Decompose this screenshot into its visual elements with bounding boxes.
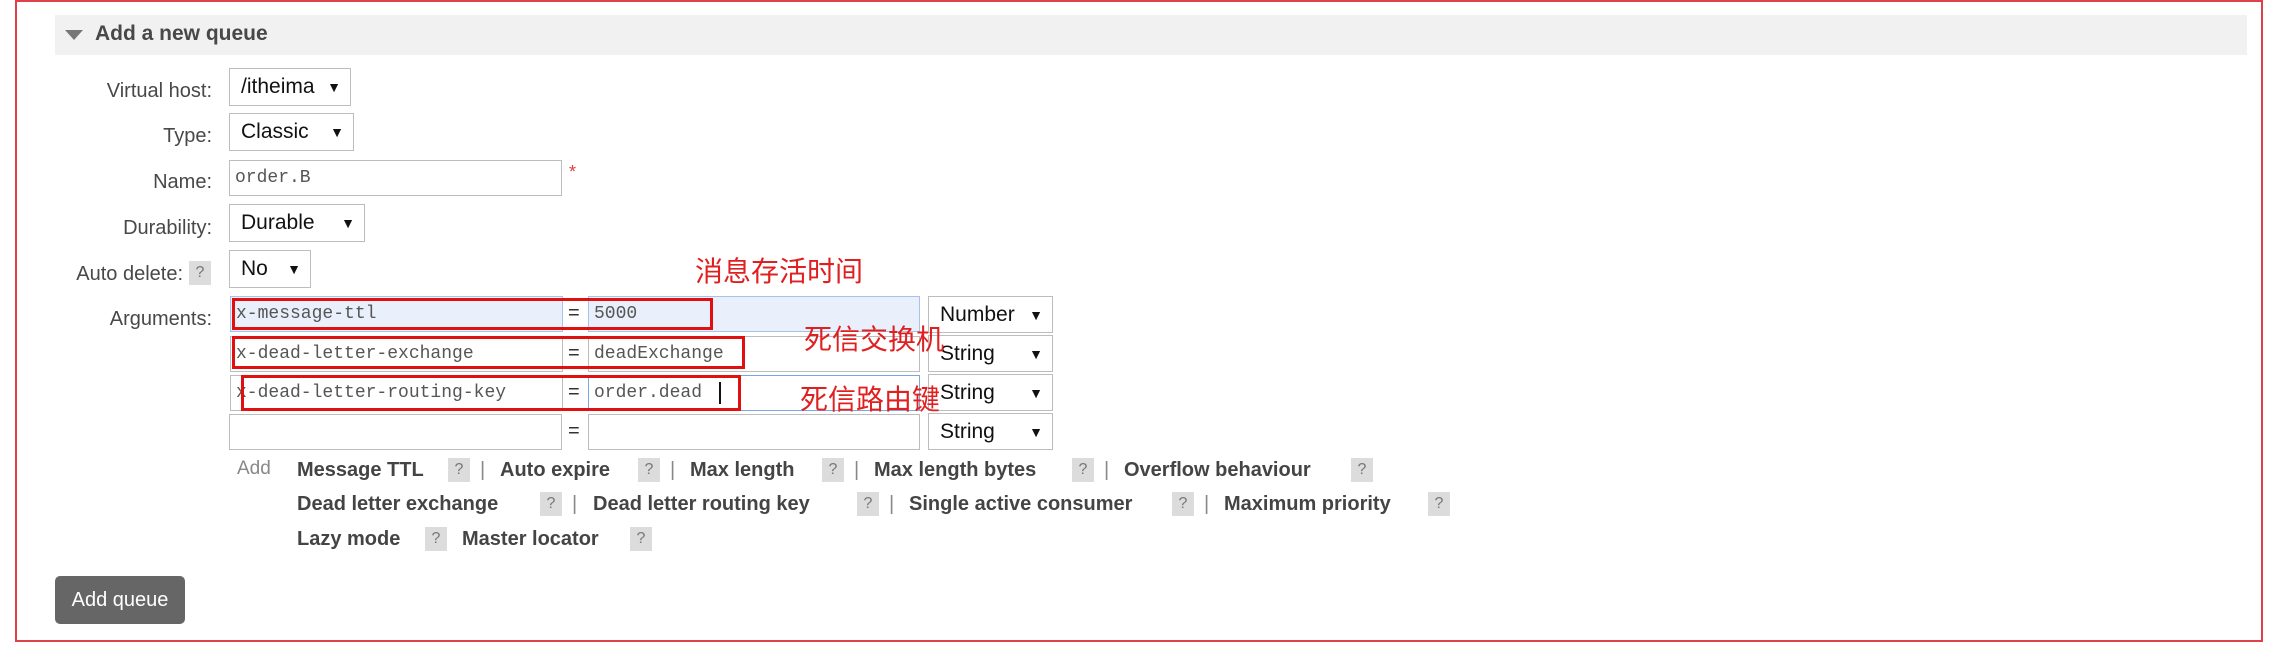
help-icon[interactable]: ? (822, 458, 844, 482)
hint-single-active-consumer[interactable]: Single active consumer (909, 493, 1132, 516)
type-label: Type: (163, 125, 212, 147)
separator: | (1204, 493, 1210, 515)
separator: | (480, 459, 486, 481)
argument-key-input[interactable] (229, 414, 562, 450)
highlight-box-routing (241, 375, 741, 411)
help-icon[interactable]: ? (630, 527, 652, 551)
hint-max-length-bytes[interactable]: Max length bytes (874, 459, 1036, 482)
dropdown-arrow-icon: ▼ (287, 261, 301, 277)
hint-master-locator[interactable]: Master locator (462, 528, 599, 551)
separator: | (854, 459, 860, 481)
separator: | (889, 493, 895, 515)
help-icon[interactable]: ? (1072, 458, 1094, 482)
annotation-routing-note: 死信路由键 (800, 384, 941, 415)
annotation-exchange-note: 死信交换机 (804, 324, 945, 355)
separator: | (670, 459, 676, 481)
dropdown-arrow-icon: ▼ (330, 124, 344, 140)
argument-type-select[interactable]: Number ▼ (928, 296, 1053, 333)
name-input[interactable]: order.B (229, 160, 562, 196)
virtual-host-select[interactable]: /itheima ▼ (229, 68, 351, 106)
text-caret (719, 382, 721, 404)
hint-overflow-behaviour[interactable]: Overflow behaviour (1124, 459, 1311, 482)
separator: | (1104, 459, 1110, 481)
argument-type-value: Number (940, 303, 1015, 326)
highlight-box-exchange (232, 336, 745, 369)
name-label: Name: (153, 171, 212, 193)
help-icon[interactable]: ? (425, 527, 447, 551)
section-title: Add a new queue (95, 22, 268, 45)
auto-delete-select[interactable]: No ▼ (229, 250, 311, 288)
equals-sign: = (568, 420, 580, 442)
durability-label: Durability: (123, 217, 212, 239)
hint-dead-letter-routing-key[interactable]: Dead letter routing key (593, 493, 810, 516)
add-label: Add (237, 458, 271, 479)
help-icon[interactable]: ? (540, 492, 562, 516)
virtual-host-value: /itheima (241, 75, 315, 98)
argument-type-value: String (940, 381, 995, 404)
help-icon[interactable]: ? (1428, 492, 1450, 516)
auto-delete-label: Auto delete: (76, 263, 183, 285)
dropdown-arrow-icon: ▼ (1029, 346, 1043, 362)
argument-value-input[interactable] (588, 414, 920, 450)
argument-type-select[interactable]: String ▼ (928, 413, 1053, 450)
virtual-host-label: Virtual host: (106, 80, 212, 102)
type-select[interactable]: Classic ▼ (229, 113, 354, 151)
durability-value: Durable (241, 211, 315, 234)
collapse-triangle-icon[interactable] (65, 30, 83, 40)
hint-max-length[interactable]: Max length (690, 459, 794, 482)
dropdown-arrow-icon: ▼ (1029, 307, 1043, 323)
section-header[interactable]: Add a new queue (55, 15, 2247, 55)
help-icon[interactable]: ? (448, 458, 470, 482)
hint-lazy-mode[interactable]: Lazy mode (297, 528, 400, 551)
argument-type-select[interactable]: String ▼ (928, 335, 1053, 372)
hint-auto-expire[interactable]: Auto expire (500, 459, 610, 482)
dropdown-arrow-icon: ▼ (1029, 424, 1043, 440)
dropdown-arrow-icon: ▼ (327, 79, 341, 95)
durability-select[interactable]: Durable ▼ (229, 204, 365, 242)
hint-message-ttl[interactable]: Message TTL (297, 459, 424, 482)
argument-type-value: String (940, 420, 995, 443)
help-icon[interactable]: ? (638, 458, 660, 482)
help-icon[interactable]: ? (857, 492, 879, 516)
highlight-box-ttl (232, 298, 713, 330)
argument-type-value: String (940, 342, 995, 365)
help-icon[interactable]: ? (1351, 458, 1373, 482)
auto-delete-help-icon[interactable]: ? (189, 261, 211, 285)
hint-maximum-priority[interactable]: Maximum priority (1224, 493, 1391, 516)
add-queue-button[interactable]: Add queue (55, 576, 185, 624)
dropdown-arrow-icon: ▼ (1029, 385, 1043, 401)
dropdown-arrow-icon: ▼ (341, 215, 355, 231)
required-mark: * (569, 162, 577, 182)
argument-type-select[interactable]: String ▼ (928, 374, 1053, 411)
separator: | (572, 493, 578, 515)
arguments-label: Arguments: (109, 308, 212, 330)
annotation-ttl-note: 消息存活时间 (695, 256, 864, 287)
type-value: Classic (241, 120, 309, 143)
help-icon[interactable]: ? (1172, 492, 1194, 516)
auto-delete-value: No (241, 257, 268, 280)
hint-dead-letter-exchange[interactable]: Dead letter exchange (297, 493, 498, 516)
